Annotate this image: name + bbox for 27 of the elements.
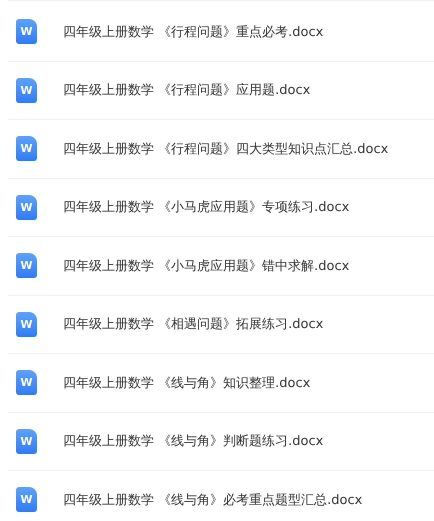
- file-name: 四年级上册数学 《线与角》判断题练习.docx: [63, 433, 324, 450]
- file-name: 四年级上册数学 《小马虎应用题》错中求解.docx: [63, 258, 350, 275]
- word-document-icon: W: [16, 253, 37, 278]
- file-row[interactable]: W 四年级上册数学 《线与角》判断题练习.docx: [8, 412, 434, 471]
- file-name: 四年级上册数学 《线与角》知识整理.docx: [63, 374, 310, 392]
- file-name: 四年级上册数学 《行程问题》重点必考.docx: [63, 24, 324, 41]
- file-name: 四年级上册数学 《行程问题》应用题.docx: [63, 82, 310, 100]
- file-name: 四年级上册数学 《相遇问题》拓展练习.docx: [63, 316, 324, 334]
- word-document-icon: W: [16, 370, 37, 396]
- file-row[interactable]: W 四年级上册数学 《小马虎应用题》错中求解.docx: [8, 237, 434, 296]
- word-document-icon: W: [16, 194, 37, 220]
- file-row[interactable]: W 四年级上册数学 《行程问题》应用题.docx: [8, 62, 434, 120]
- file-row[interactable]: W 四年级上册数学 《线与角》知识整理.docx: [8, 354, 434, 412]
- word-document-icon: W: [16, 428, 37, 454]
- file-name: 四年级上册数学 《小马虎应用题》专项练习.docx: [63, 199, 350, 216]
- file-row[interactable]: W 四年级上册数学 《小马虎应用题》专项练习.docx: [8, 178, 434, 237]
- file-row[interactable]: W 四年级上册数学 《线与角》必考重点题型汇总.docx: [8, 471, 434, 521]
- file-row[interactable]: W 四年级上册数学 《行程问题》重点必考.docx: [8, 3, 434, 62]
- word-document-icon: W: [16, 487, 37, 512]
- word-document-icon: W: [16, 78, 37, 103]
- word-document-icon: W: [16, 19, 37, 44]
- word-document-icon: W: [16, 312, 37, 337]
- file-name: 四年级上册数学 《行程问题》四大类型知识点汇总.docx: [63, 140, 388, 158]
- file-row[interactable]: W 四年级上册数学 《行程问题》四大类型知识点汇总.docx: [8, 120, 434, 178]
- word-document-icon: W: [16, 136, 37, 162]
- file-name: 四年级上册数学 《线与角》必考重点题型汇总.docx: [63, 492, 362, 509]
- file-row[interactable]: W 四年级上册数学 《相遇问题》拓展练习.docx: [8, 296, 434, 354]
